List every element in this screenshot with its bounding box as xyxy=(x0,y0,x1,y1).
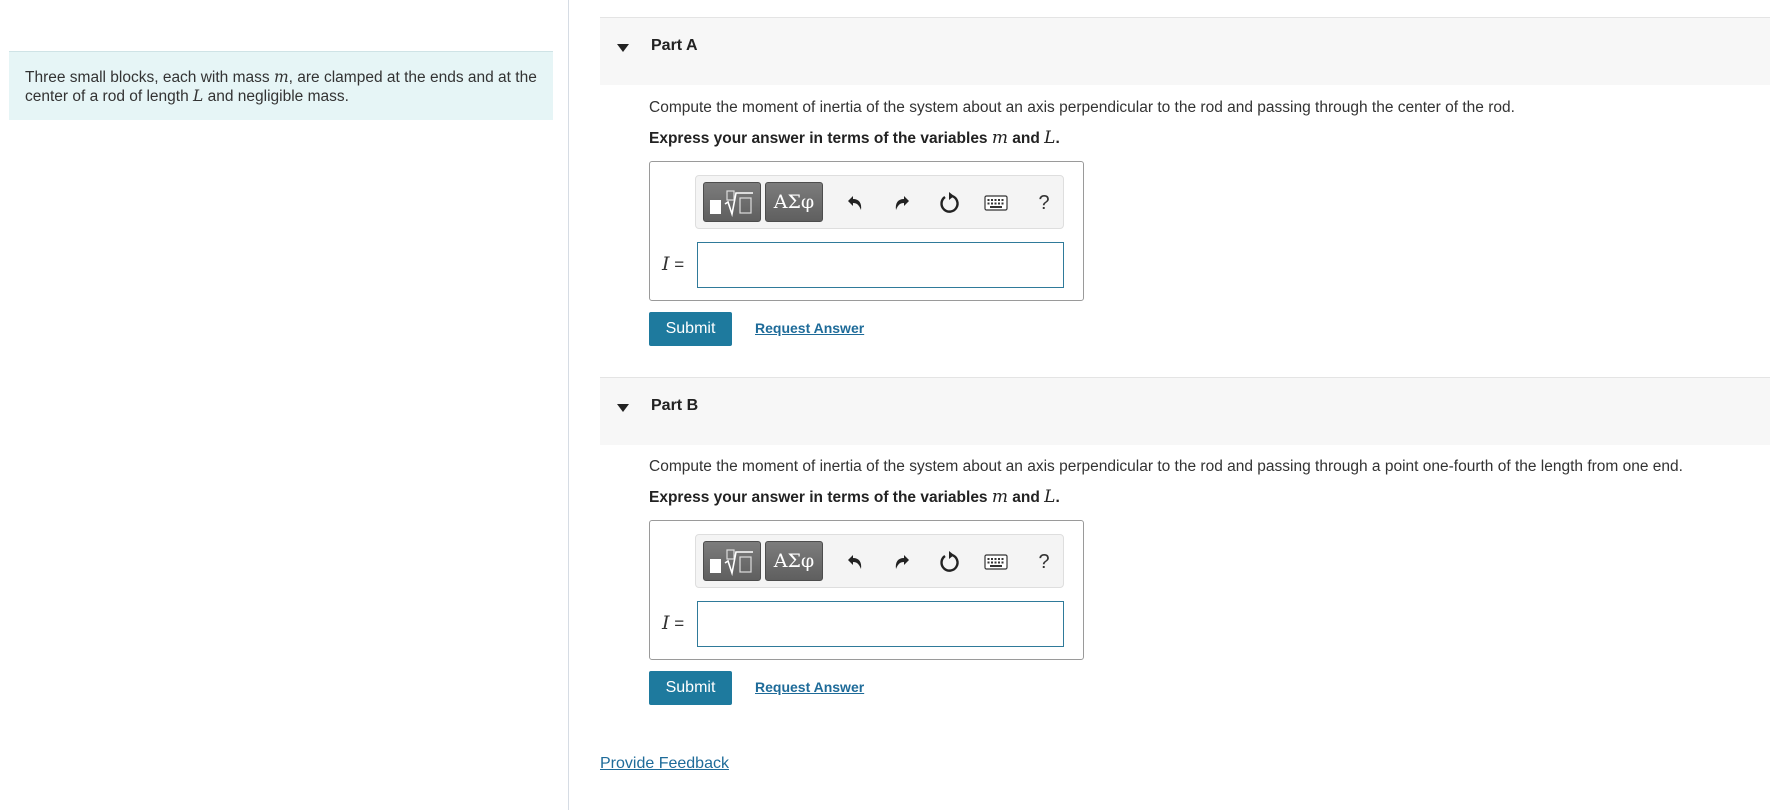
var-m: m xyxy=(991,128,1008,148)
equals-sign: = xyxy=(669,255,685,274)
reset-icon[interactable] xyxy=(936,549,962,575)
part-b-question: Compute the moment of inertia of the sys… xyxy=(649,458,1683,475)
part-a-submit-button[interactable]: Submit xyxy=(649,312,732,346)
math-toolbar: ΑΣφ ? xyxy=(695,175,1064,229)
part-a-question: Compute the moment of inertia of the sys… xyxy=(649,99,1515,116)
problem-statement: Three small blocks, each with mass m, ar… xyxy=(9,51,553,120)
instruction-period: . xyxy=(1055,130,1060,147)
var-L: L xyxy=(193,87,204,105)
math-toolbar: ΑΣφ ? xyxy=(695,534,1064,588)
part-b-header[interactable]: Part B xyxy=(600,377,1770,445)
part-a-header[interactable]: Part A xyxy=(600,17,1770,85)
keyboard-icon[interactable] xyxy=(983,190,1009,216)
var-L: L xyxy=(1044,128,1056,148)
problem-text-1: Three small blocks, each with mass xyxy=(25,69,274,86)
part-b-submit-button[interactable]: Submit xyxy=(649,671,732,705)
var-m: m xyxy=(273,68,289,86)
part-a-answer-input[interactable] xyxy=(697,242,1064,288)
undo-icon[interactable] xyxy=(842,549,868,575)
part-a-answer-box: ΑΣφ ? I = xyxy=(649,161,1084,301)
part-a-instruction: Express your answer in terms of the vari… xyxy=(649,128,1060,148)
reset-icon[interactable] xyxy=(936,190,962,216)
instruction-period: . xyxy=(1055,489,1060,506)
greek-symbols-button[interactable]: ΑΣφ xyxy=(765,182,823,222)
part-b-request-answer-link[interactable]: Request Answer xyxy=(755,679,864,695)
greek-symbols-button[interactable]: ΑΣφ xyxy=(765,541,823,581)
answer-label: I = xyxy=(662,612,684,634)
var-L: L xyxy=(1044,487,1056,507)
problem-text-3: and negligible mass. xyxy=(203,88,349,105)
keyboard-icon[interactable] xyxy=(983,549,1009,575)
var-I: I xyxy=(662,253,670,275)
templates-button[interactable] xyxy=(703,182,761,222)
templates-icon xyxy=(710,549,753,576)
instruction-text: Express your answer in terms of the vari… xyxy=(649,489,992,506)
help-icon[interactable]: ? xyxy=(1031,549,1057,575)
part-b-instruction: Express your answer in terms of the vari… xyxy=(649,487,1060,507)
equals-sign: = xyxy=(669,614,685,633)
redo-icon[interactable] xyxy=(889,190,915,216)
part-b-title: Part B xyxy=(651,397,699,414)
instruction-text: Express your answer in terms of the vari… xyxy=(649,130,992,147)
part-b-answer-box: ΑΣφ ? I = xyxy=(649,520,1084,660)
undo-icon[interactable] xyxy=(842,190,868,216)
instruction-and: and xyxy=(1008,489,1045,506)
part-a-request-answer-link[interactable]: Request Answer xyxy=(755,320,864,336)
part-a-title: Part A xyxy=(651,37,698,54)
help-icon[interactable]: ? xyxy=(1031,190,1057,216)
templates-button[interactable] xyxy=(703,541,761,581)
var-m: m xyxy=(991,487,1008,507)
problem-pane: Three small blocks, each with mass m, ar… xyxy=(0,0,569,810)
caret-down-icon[interactable] xyxy=(617,44,629,52)
redo-icon[interactable] xyxy=(889,549,915,575)
templates-icon xyxy=(710,190,753,217)
var-I: I xyxy=(662,612,670,634)
answer-label: I = xyxy=(662,253,684,275)
provide-feedback-link[interactable]: Provide Feedback xyxy=(600,755,729,773)
part-b-answer-input[interactable] xyxy=(697,601,1064,647)
caret-down-icon[interactable] xyxy=(617,404,629,412)
instruction-and: and xyxy=(1008,130,1045,147)
